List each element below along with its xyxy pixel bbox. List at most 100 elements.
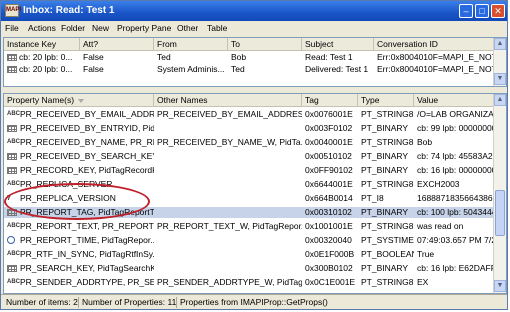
property-table-scrollbar[interactable]: ▲ ▼ [493,94,506,293]
property-cell-other [154,249,302,260]
minimize-button[interactable]: – [459,4,473,18]
property-cell-type: PT_STRING8 [361,179,414,189]
property-cell-type: PT_STRING8 [361,137,414,147]
property-cell-type: PT_STRING8 [361,277,414,287]
string-property-icon: ABC [7,279,20,285]
column-header[interactable]: Conversation ID [374,38,494,51]
column-header[interactable]: Property Name(s) [4,94,154,107]
time-property-icon [7,236,15,244]
property-cell-type: PT_SYSTIME [361,235,414,245]
property-cell-value: True [417,249,435,259]
table-cell: Delivered: Test 1 [305,64,369,74]
property-cell-other: PR_SENDER_ADDRTYPE_W, PidTag... [157,277,302,287]
property-cell-name: PR_RECEIVED_BY_EMAIL_ADDRE... [20,109,154,119]
maximize-button[interactable]: □ [475,4,489,18]
scroll-thumb[interactable] [495,190,505,236]
menu-item-other[interactable]: Other [177,23,198,33]
property-cell-value: Bob [417,137,433,147]
menu-item-new[interactable]: New [92,23,109,33]
menu-item-folder[interactable]: Folder [61,23,85,33]
binary-property-icon [7,265,17,272]
property-cell-other: PR_RECEIVED_BY_EMAIL_ADDRESS... [157,109,302,119]
column-header[interactable]: Type [358,94,414,107]
column-header[interactable]: Instance Key [4,38,80,51]
column-header[interactable]: Subject [302,38,374,51]
menu-item-actions[interactable]: Actions [28,23,56,33]
property-pane-table: Property Name(s) Other Names Tag Type Value … [3,93,507,294]
property-table-header: Property Name(s) Other Names Tag Type Value [4,94,506,107]
property-cell-tag: 0x00310102 [305,207,352,217]
property-cell-other [154,193,302,204]
table-cell: Err:0x8004010F=MAPI_E_NOT_F [377,52,494,62]
column-header[interactable]: Value [414,94,494,107]
contents-table-header: Instance Key Att? From To Subject Conversatio… [4,38,506,51]
property-row[interactable]: ABC PR_REPLICA_SERVER 0x6644001E PT_STRING8… [4,179,493,190]
property-cell-tag: 0x664B0014 [305,193,353,203]
status-property-count: Number of Properties: 117 [79,297,177,308]
scroll-up-arrow-icon[interactable]: ▲ [494,94,506,106]
table-cell: Read: Test 1 [305,52,353,62]
property-row[interactable]: ABC PR_RTF_IN_SYNC, PidTagRtfInSy... 0x0E1… [4,249,493,260]
contents-table-scrollbar[interactable]: ▲ ▼ [493,38,506,86]
table-cell: Err:0x8004010F=MAPI_E_NOT_F [377,64,494,74]
property-cell-tag: 0x0FF90102 [305,165,353,175]
property-cell-type: PT_I8 [361,193,384,203]
property-cell-value: cb: 16 lpb: E62DAFFD1 [417,263,494,273]
property-cell-tag: 0x300B0102 [305,263,353,273]
property-cell-type: PT_BINARY [361,151,409,161]
column-header[interactable]: From [154,38,228,51]
property-cell-value: 07:49:03.657 PM 7/29/ [417,235,494,245]
status-item-count: Number of items: 2 [3,297,79,308]
column-header[interactable]: To [228,38,302,51]
scroll-down-arrow-icon[interactable]: ▼ [494,73,506,85]
property-row[interactable]: ABC PR_RECEIVED_BY_NAME, PR_RE... PR_RECEI… [4,137,493,148]
column-header[interactable]: Tag [302,94,358,107]
table-row[interactable]: cb: 20 lpb: 0... False System Adminis... Te… [4,64,494,75]
property-cell-value: cb: 99 lpb: 00000000D [417,123,494,133]
property-row[interactable]: PR_RECEIVED_BY_SEARCH_KEY, ... 0x00510102… [4,151,494,162]
property-cell-name: PR_REPLICA_VERSION [20,193,116,203]
property-cell-value: EX [417,277,429,287]
property-cell-tag: 0x0C1E001E [305,277,356,287]
property-row[interactable]: PR_RECORD_KEY, PidTagRecordK... 0x0FF9010… [4,165,494,176]
table-cell: cb: 20 lpb: 0... [19,64,73,74]
property-row[interactable]: ABC PR_RECEIVED_BY_EMAIL_ADDRE... PR_RECEI… [4,109,494,120]
column-header[interactable]: Other Names [154,94,302,107]
scroll-up-arrow-icon[interactable]: ▲ [494,38,506,50]
column-header[interactable]: Att? [80,38,154,51]
binary-property-icon [7,153,17,160]
property-cell-name: PR_REPORT_TEXT, PR_REPORT ... [20,221,154,231]
property-row[interactable]: PR_REPORT_TAG, PidTagReportT... 0x0031010… [4,207,494,218]
property-cell-type: PT_STRING8 [361,109,414,119]
menu-bar: File Actions Folder New Property Pane Other Ta… [1,21,507,36]
property-cell-name: PR_RECEIVED_BY_ENTRYID, PidT... [20,123,154,133]
property-cell-value: /O=LAB ORGANIZATIC [417,109,494,119]
property-cell-other: PR_RECEIVED_BY_NAME_W, PidTa... [157,137,302,147]
property-cell-type: PT_BINARY [361,165,409,175]
property-row[interactable]: PR_RECEIVED_BY_ENTRYID, PidT... 0x003F010… [4,123,494,134]
property-row[interactable]: PR_SEARCH_KEY, PidTagSearchK... 0x300B010… [4,263,494,274]
property-cell-value: 1688871835664386 [417,193,493,203]
scroll-down-arrow-icon[interactable]: ▼ [494,280,506,292]
property-cell-name: PR_SEARCH_KEY, PidTagSearchK... [20,263,154,273]
table-row[interactable]: cb: 20 lpb: 0... False Ted Bob Read: Test 1 E… [4,52,494,63]
menu-item-table[interactable]: Table [207,23,227,33]
property-cell-tag: 0x00320040 [305,235,352,245]
close-button[interactable]: ✕ [491,4,505,18]
property-row[interactable]: 7 PR_REPLICA_VERSION 0x664B0014 PT_I8 168887… [4,193,493,204]
property-cell-value: cb: 16 lpb: 00000000 [417,165,494,175]
table-cell: Bob [231,52,247,62]
title-bar[interactable]: MAPI Inbox: Read: Test 1 – □ ✕ [1,1,507,21]
property-cell-tag: 0x1001001E [305,221,353,231]
property-cell-name: PR_REPORT_TIME, PidTagRepor... [20,235,154,245]
property-cell-tag: 0x00510102 [305,151,352,161]
property-row[interactable]: ABC PR_REPORT_TEXT, PR_REPORT ... PR_REPOR… [4,221,493,232]
column-header-label: Other Names [157,95,208,105]
property-cell-name: PR_RECORD_KEY, PidTagRecordK... [20,165,154,175]
property-cell-value: cb: 100 lpb: 504344464 [417,207,494,217]
menu-item-property-pane[interactable]: Property Pane [117,23,171,33]
property-row[interactable]: ABC PR_SENDER_ADDRTYPE, PR_SEN... PR_SENDE… [4,277,493,288]
menu-item-file[interactable]: File [5,23,19,33]
property-row[interactable]: PR_REPORT_TIME, PidTagRepor... 0x00320040… [4,235,494,246]
binary-property-icon [7,125,17,132]
